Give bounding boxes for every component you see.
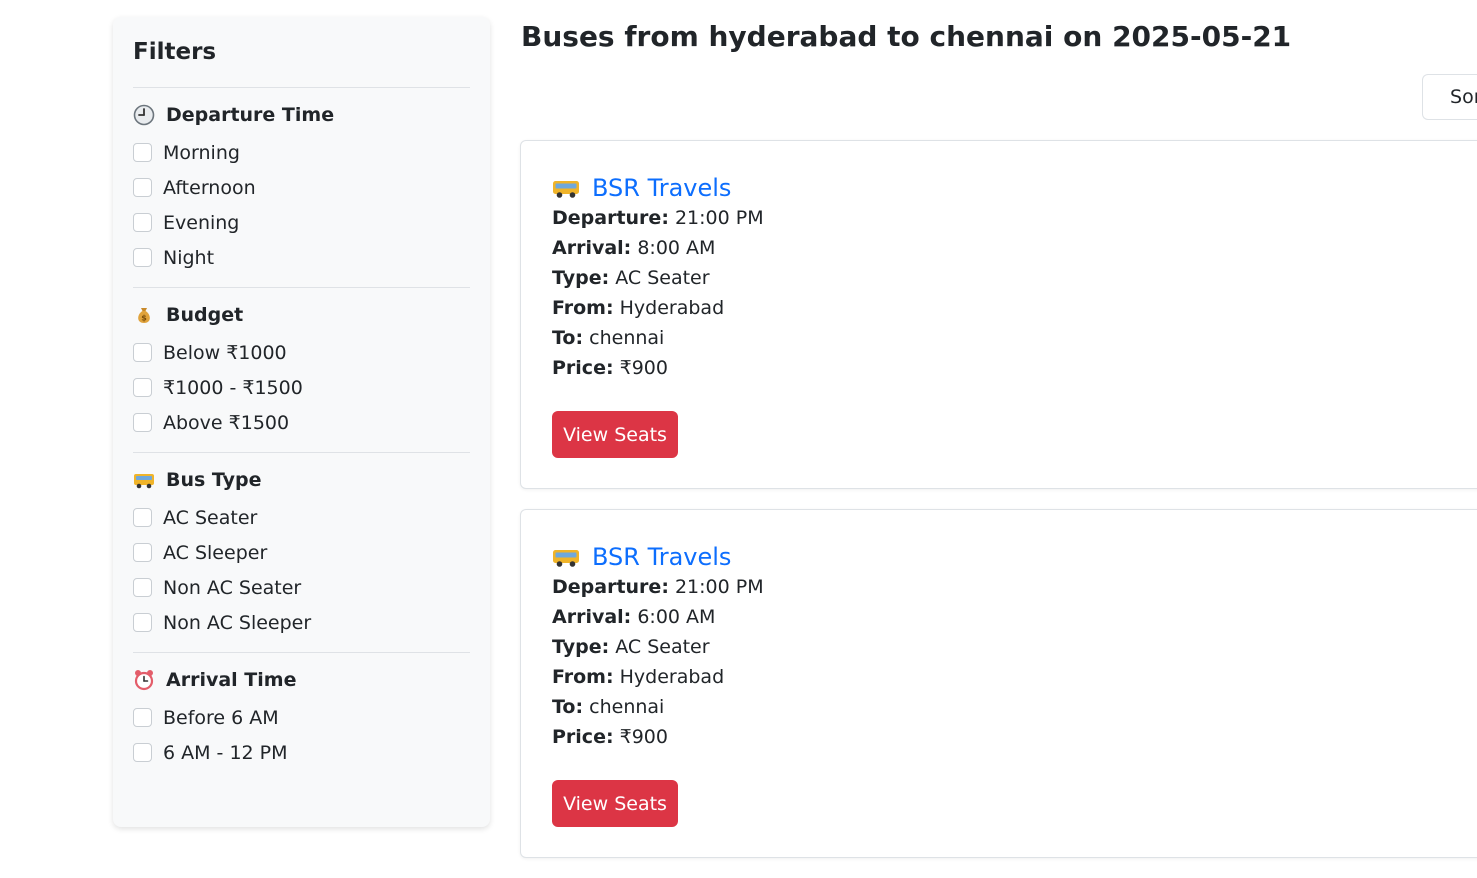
bus-card: BSR Travels Departure: 21:00 PM Arrival:…: [520, 140, 1477, 489]
to-row: To: chennai: [552, 327, 665, 349]
filter-option-above-1500[interactable]: Above ₹1500: [133, 405, 470, 440]
from-row: From: Hyderabad: [552, 666, 725, 688]
filters-sidebar: Filters Departure Time Morning Afternoon…: [113, 17, 490, 827]
view-seats-button[interactable]: View Seats: [552, 780, 678, 827]
checkbox[interactable]: [133, 708, 152, 727]
filter-section-departure-time: Departure Time Morning Afternoon Evening…: [133, 88, 470, 287]
filter-option-ac-seater[interactable]: AC Seater: [133, 500, 470, 535]
filter-section-arrival-time: Arrival Time Before 6 AM 6 AM - 12 PM: [133, 653, 470, 782]
section-title: Bus Type: [166, 469, 262, 491]
filter-option-evening[interactable]: Evening: [133, 205, 470, 240]
checkbox[interactable]: [133, 743, 152, 762]
filter-option-below-1000[interactable]: Below ₹1000: [133, 335, 470, 370]
checkbox[interactable]: [133, 378, 152, 397]
bus-icon: [552, 176, 580, 200]
filter-option-night[interactable]: Night: [133, 240, 470, 275]
departure-row: Departure: 21:00 PM: [552, 207, 764, 229]
money-bag-icon: $: [133, 304, 155, 326]
results-panel: Buses from hyderabad to chennai on 2025-…: [520, 0, 1477, 878]
from-row: From: Hyderabad: [552, 297, 725, 319]
checkbox[interactable]: [133, 613, 152, 632]
section-title: Departure Time: [166, 104, 335, 126]
type-row: Type: AC Seater: [552, 636, 710, 658]
filter-section-budget: $ Budget Below ₹1000 ₹1000 - ₹1500 Above…: [133, 288, 470, 452]
type-row: Type: AC Seater: [552, 267, 710, 289]
section-title: Budget: [166, 304, 244, 326]
operator-name[interactable]: BSR Travels: [592, 174, 731, 202]
bus-icon: [133, 469, 155, 491]
section-title: Arrival Time: [166, 669, 297, 691]
checkbox[interactable]: [133, 413, 152, 432]
clock-icon: [133, 104, 155, 126]
filters-title: Filters: [133, 39, 217, 65]
alarm-clock-icon: [133, 669, 155, 691]
filter-option-non-ac-seater[interactable]: Non AC Seater: [133, 570, 470, 605]
filter-option-before-6am[interactable]: Before 6 AM: [133, 700, 470, 735]
sort-dropdown[interactable]: Sort: [1422, 74, 1477, 120]
checkbox[interactable]: [133, 248, 152, 267]
bus-icon: [552, 545, 580, 569]
checkbox[interactable]: [133, 213, 152, 232]
checkbox[interactable]: [133, 578, 152, 597]
to-row: To: chennai: [552, 696, 665, 718]
checkbox[interactable]: [133, 508, 152, 527]
filter-option-ac-sleeper[interactable]: AC Sleeper: [133, 535, 470, 570]
filter-option-6am-12pm[interactable]: 6 AM - 12 PM: [133, 735, 470, 770]
filter-option-non-ac-sleeper[interactable]: Non AC Sleeper: [133, 605, 470, 640]
price-row: Price: ₹900: [552, 357, 668, 379]
filter-section-bus-type: Bus Type AC Seater AC Sleeper Non AC Sea…: [133, 453, 470, 652]
view-seats-button[interactable]: View Seats: [552, 411, 678, 458]
filter-option-morning[interactable]: Morning: [133, 135, 470, 170]
arrival-row: Arrival: 8:00 AM: [552, 237, 716, 259]
checkbox[interactable]: [133, 178, 152, 197]
checkbox[interactable]: [133, 143, 152, 162]
departure-row: Departure: 21:00 PM: [552, 576, 764, 598]
price-row: Price: ₹900: [552, 726, 668, 748]
checkbox[interactable]: [133, 543, 152, 562]
bus-card: BSR Travels Departure: 21:00 PM Arrival:…: [520, 509, 1477, 858]
operator-name[interactable]: BSR Travels: [592, 543, 731, 571]
page-title: Buses from hyderabad to chennai on 2025-…: [521, 20, 1292, 53]
filter-option-1000-1500[interactable]: ₹1000 - ₹1500: [133, 370, 470, 405]
checkbox[interactable]: [133, 343, 152, 362]
svg-text:$: $: [141, 314, 147, 323]
arrival-row: Arrival: 6:00 AM: [552, 606, 716, 628]
filter-option-afternoon[interactable]: Afternoon: [133, 170, 470, 205]
